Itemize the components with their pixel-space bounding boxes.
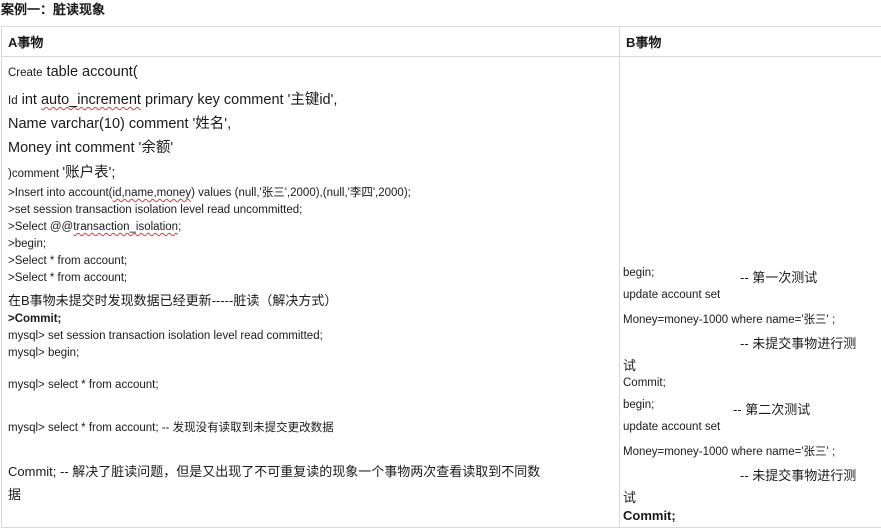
transaction-table: A事物 B事物 Create table account( Id int aut… (1, 26, 881, 528)
code-line: update account set (623, 289, 720, 301)
code-line: >Select * from account; (8, 272, 127, 284)
code-line: mysql> select * from account; (8, 379, 159, 391)
code-line: Money int comment '余额' (8, 136, 173, 157)
code-line: update account set (623, 421, 720, 433)
code-line: Create table account( (8, 64, 138, 80)
code-line: >Commit; (8, 313, 61, 325)
comment-line: -- 第二次测试 (733, 399, 810, 418)
comment-line: -- 未提交事物进行测 (740, 333, 856, 352)
code-line: mysql> begin; (8, 347, 79, 359)
table-header-row: A事物 B事物 (2, 27, 881, 57)
code-line: mysql> select * from account; -- 发现没有读取到… (8, 419, 334, 435)
code-line: Id int auto_increment primary key commen… (8, 88, 337, 109)
comment-line: -- 未提交事物进行测 (740, 465, 856, 484)
page-title: 案例一：脏读现象 (1, 1, 105, 19)
code-line: >Insert into account(id,name,money) valu… (8, 184, 411, 200)
code-line: Money=money-1000 where name='张三' ; (623, 443, 835, 459)
code-line: Commit; (623, 508, 676, 523)
code-line: 在B事物未提交时发现数据已经更新-----脏读（解决方式） (8, 290, 337, 309)
table-body-row: Create table account( Id int auto_increm… (2, 57, 881, 528)
code-line: >begin; (8, 238, 46, 250)
code-line: >set session transaction isolation level… (8, 204, 302, 216)
comment-line: -- 第一次测试 (740, 267, 817, 286)
code-line: 试 (623, 355, 636, 374)
code-line: Name varchar(10) comment '姓名', (8, 112, 231, 133)
code-line: >Select * from account; (8, 255, 127, 267)
code-line: 据 (8, 484, 21, 503)
transaction-a-cell: Create table account( Id int auto_increm… (2, 57, 620, 528)
code-line: Commit; (623, 377, 666, 389)
code-line: 试 (623, 487, 636, 506)
code-line: )comment '账户表'; (8, 161, 115, 182)
code-line: begin; (623, 399, 654, 411)
transaction-b-cell: begin; -- 第一次测试 update account set Money… (620, 57, 881, 528)
code-line: >Select @@transaction_isolation; (8, 221, 181, 233)
col-a-header: A事物 (2, 27, 620, 57)
code-line: Money=money-1000 where name='张三' ; (623, 311, 835, 327)
code-line: Commit; -- 解决了脏读问题，但是又出现了不可重复读的现象一个事物两次查… (8, 461, 540, 480)
col-b-header: B事物 (620, 27, 881, 57)
code-line: begin; (623, 267, 654, 279)
code-line: mysql> set session transaction isolation… (8, 330, 323, 342)
